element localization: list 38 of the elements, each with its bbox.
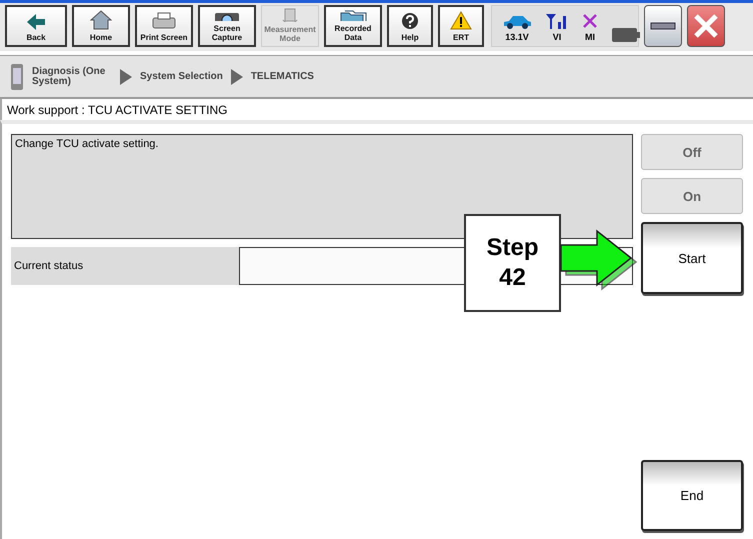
folders-icon (339, 9, 367, 21)
printer-icon (151, 12, 177, 30)
car-icon (502, 13, 532, 29)
meter-icon (281, 8, 299, 22)
cross-icon (582, 13, 598, 29)
breadcrumb-item[interactable]: Diagnosis (One System) (32, 66, 112, 86)
breadcrumb-item[interactable]: System Selection (140, 72, 223, 82)
recorded-data-button[interactable]: Recorded Data (324, 5, 382, 47)
status-label: MI (585, 32, 595, 42)
description-box: Change TCU activate setting. (11, 134, 633, 239)
ert-button[interactable]: ERT (438, 5, 484, 47)
minimize-icon (650, 22, 676, 30)
battery-icon (612, 28, 640, 42)
action-button[interactable]: Start (641, 222, 743, 294)
print-screen-button[interactable]: Print Screen (135, 5, 193, 47)
end-button[interactable]: End (641, 460, 743, 531)
close-icon (693, 13, 719, 39)
back-button[interactable]: Back (5, 5, 67, 47)
breadcrumb-item[interactable]: TELEMATICS (250, 72, 314, 82)
page-title: Work support : TCU ACTIVATE SETTING (0, 99, 753, 120)
status-label: Current status (13, 259, 84, 274)
triangle-arrow-icon (120, 68, 132, 84)
close-button[interactable] (687, 5, 725, 47)
home-button[interactable]: Home (72, 5, 130, 47)
screen-capture-button[interactable]: Screen Capture (198, 5, 256, 47)
help-icon (401, 12, 419, 30)
status-label: 13.1V (505, 32, 529, 42)
status-label: VI (552, 32, 562, 42)
triangle-arrow-icon (230, 68, 243, 84)
arrow-icon (559, 229, 639, 291)
house-icon (90, 10, 112, 30)
signal-icon (546, 13, 568, 29)
warning-icon (450, 11, 472, 30)
step-callout: Step 42 (464, 214, 561, 312)
help-button[interactable]: Help (387, 5, 433, 47)
device-icon (10, 62, 24, 90)
back-arrow-icon (27, 14, 45, 30)
minimize-button[interactable] (644, 5, 682, 47)
